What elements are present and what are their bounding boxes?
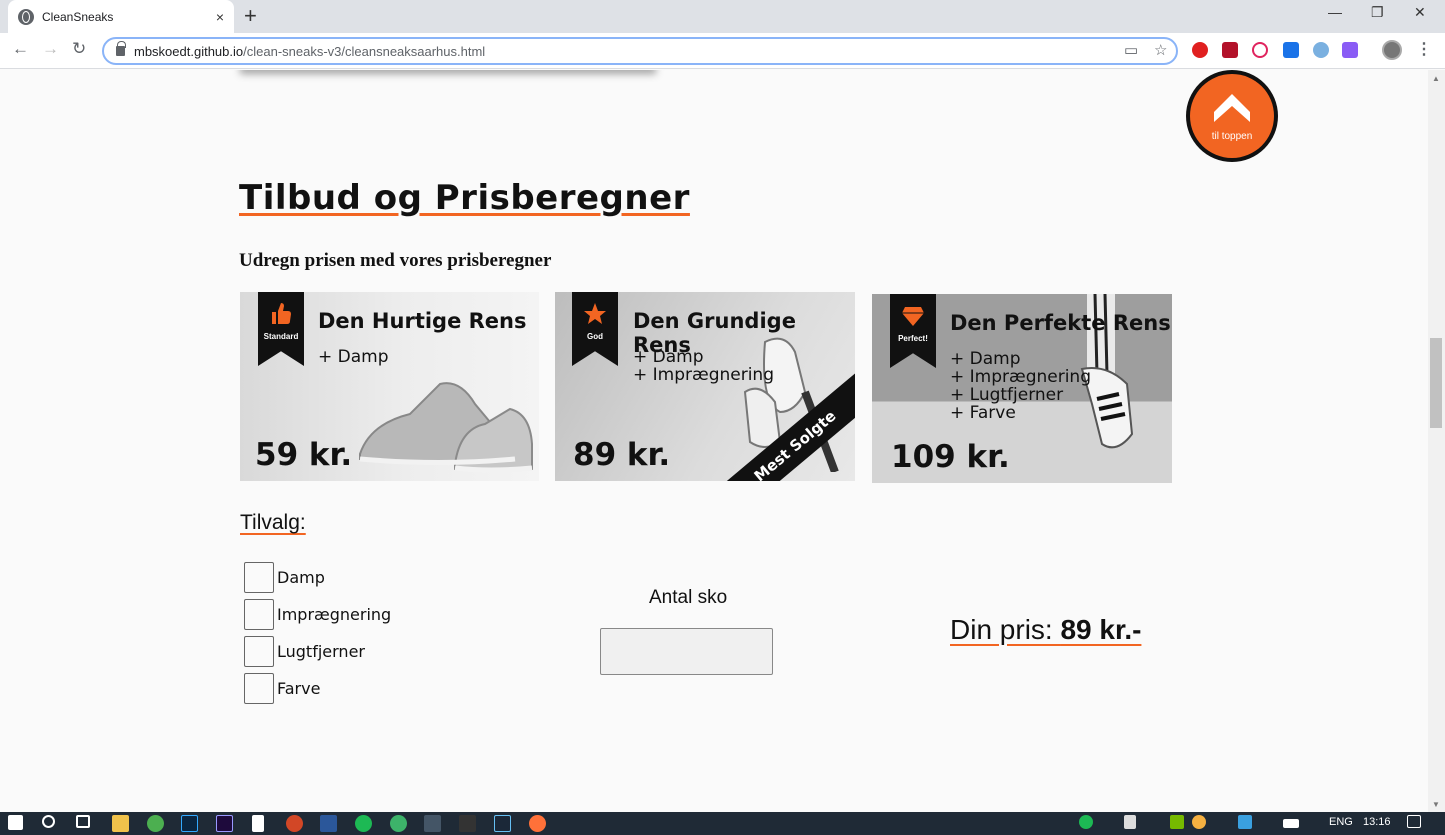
globe-icon [18,8,34,25]
photoshop-icon[interactable] [181,815,198,832]
document-icon[interactable] [252,815,264,832]
cast-icon[interactable]: ▭ [1124,41,1138,59]
spiral-extension-icon[interactable] [1252,42,1268,58]
task-view-icon[interactable] [76,815,90,828]
card-perfekte-rens[interactable]: Perfect! Den Perfekte Rens + Damp + Impr… [872,294,1172,483]
tab-bar: CleanSneaks × + — ❐ ✕ [0,0,1445,33]
clock[interactable]: 13:16 [1363,816,1391,828]
browser-tab[interactable]: CleanSneaks × [8,0,234,33]
farve-checkbox[interactable] [244,672,274,704]
spotify-icon[interactable] [355,815,372,832]
windows-taskbar: ENG 13:16 [0,812,1445,835]
scroll-down-icon[interactable]: ▼ [1432,800,1440,809]
purple-extension-icon[interactable] [1342,42,1358,58]
scroll-thumb[interactable] [1430,338,1442,428]
nvidia-tray-icon[interactable] [1170,815,1184,829]
windows-start-icon[interactable] [8,815,23,830]
card-hurtige-rens[interactable]: Standard Den Hurtige Rens + Damp 59 kr. [240,292,539,481]
to-top-button[interactable]: til toppen [1186,70,1278,162]
card-price: 59 kr. [255,437,353,473]
card-title: Den Hurtige Rens [318,309,527,333]
to-top-label: til toppen [1211,131,1253,142]
file-explorer-icon[interactable] [112,815,129,832]
page-viewport: til toppen Tilbud og Prisberegner Udregn… [0,70,1428,812]
search-icon[interactable] [42,815,55,828]
thumbs-up-icon [272,303,291,324]
reload-icon[interactable]: ↻ [72,39,86,59]
card-ribbon: God [572,292,618,366]
steam-icon[interactable] [494,815,511,832]
profile-avatar[interactable] [1382,40,1402,60]
damp-checkbox[interactable] [244,561,274,593]
card-grundige-rens[interactable]: God Den Grundige Rens + Damp + Imprægner… [555,292,855,481]
card-price: 89 kr. [573,437,671,473]
new-tab-button[interactable]: + [244,4,257,28]
card-features: + Damp + Imprægnering [633,347,774,385]
address-bar[interactable]: mbskoedt.github.io/clean-sneaks-v3/clean… [102,37,1178,65]
app-icon[interactable] [424,815,441,832]
tray-app-icon[interactable] [1192,815,1206,829]
lock-icon [116,41,126,56]
price-value: 89 kr.- [1060,614,1142,645]
tab-title: CleanSneaks [42,9,114,24]
after-effects-icon[interactable] [216,815,233,832]
page-subtitle: Udregn prisen med vores prisberegner [239,250,552,271]
options-title: Tilvalg: [240,511,306,534]
back-arrow-icon[interactable]: ← [12,39,29,59]
bookmark-star-icon[interactable]: ☆ [1154,41,1167,59]
card-title: Den Perfekte Rens [950,311,1171,335]
url-text[interactable]: mbskoedt.github.io/clean-sneaks-v3/clean… [134,44,485,59]
diamond-icon [902,307,924,326]
browser-menu-icon[interactable]: ⋮ [1416,39,1432,59]
shoe-count-input[interactable] [600,628,773,675]
close-tab-icon[interactable]: × [216,9,224,25]
chrome-icon[interactable] [147,815,164,832]
language-indicator[interactable]: ENG [1329,816,1353,828]
scroll-up-icon[interactable]: ▲ [1432,74,1440,83]
tray-app-icon[interactable] [1238,815,1252,829]
impraegnering-checkbox[interactable] [244,598,274,630]
option-farve[interactable]: Farve [244,672,444,704]
spotify-tray-icon[interactable] [1079,815,1093,829]
sneakers-image [359,382,533,473]
live-app-icon[interactable] [459,815,476,832]
forward-arrow-icon[interactable]: → [42,39,59,59]
minimize-button[interactable]: — [1328,4,1342,20]
star-icon [584,303,606,324]
powerpoint-icon[interactable] [286,815,303,832]
card-price: 109 kr. [891,439,1010,475]
opera-extension-icon[interactable] [1192,42,1208,58]
page-title: Tilbud og Prisberegner [239,178,690,218]
close-window-button[interactable]: ✕ [1414,4,1426,21]
card-ribbon: Standard [258,292,304,366]
tray-icon[interactable] [1124,815,1136,829]
pdf-extension-icon[interactable] [1222,42,1238,58]
option-damp[interactable]: Damp [244,561,444,593]
chevron-up-icon [1214,94,1250,122]
card-ribbon: Perfect! [890,294,936,368]
shoe-count-label: Antal sko [649,587,728,608]
notifications-icon[interactable] [1407,815,1421,828]
firefox-icon[interactable] [529,815,546,832]
option-impraegnering[interactable]: Imprægnering [244,598,444,630]
option-lugtfjerner[interactable]: Lugtfjerner [244,635,444,667]
lugtfjerner-checkbox[interactable] [244,635,274,667]
restore-button[interactable]: ❐ [1371,4,1384,21]
total-price: Din pris: 89 kr.- [950,614,1142,645]
page-scrollbar[interactable]: ▲ ▼ [1428,70,1445,812]
battery-icon[interactable] [1283,819,1299,828]
green-app-icon[interactable] [390,815,407,832]
word-icon[interactable] [320,815,337,832]
globe-extension-icon[interactable] [1313,42,1329,58]
card-features: + Damp + Imprægnering + Lugtfjerner + Fa… [950,349,1091,423]
people-extension-icon[interactable] [1283,42,1299,58]
browser-toolbar: ← → ↻ mbskoedt.github.io/clean-sneaks-v3… [0,33,1445,69]
card-features: + Damp [318,347,389,367]
